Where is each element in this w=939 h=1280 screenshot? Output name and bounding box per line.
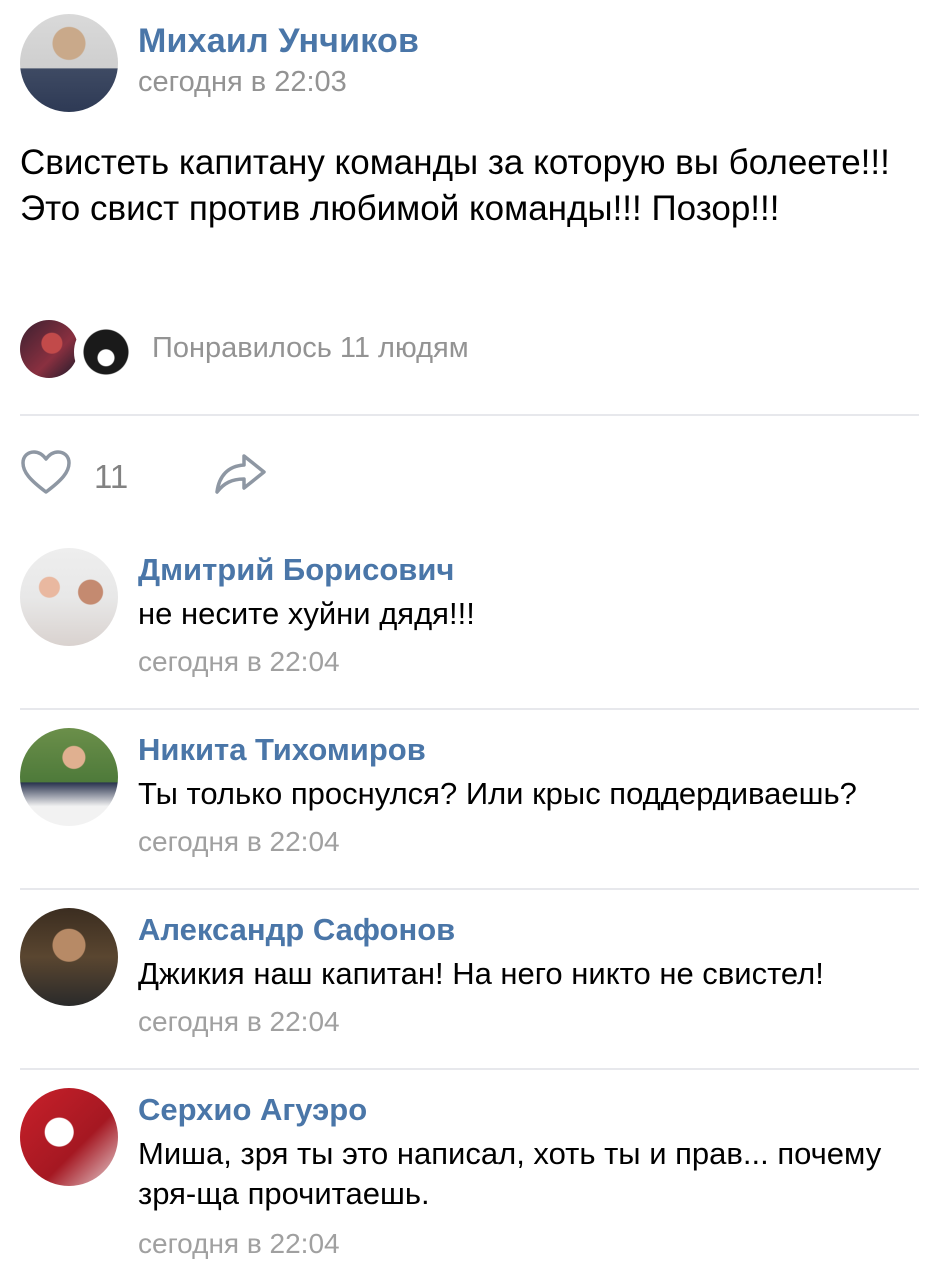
author-avatar[interactable] — [20, 14, 118, 112]
comment-time: сегодня в 22:04 — [138, 826, 340, 857]
divider — [20, 888, 919, 890]
commenter-name[interactable]: Серхио Агуэро — [138, 1092, 367, 1128]
comment: Серхио Агуэро Миша, зря ты это написал, … — [20, 1088, 920, 1278]
share-button[interactable] — [214, 452, 268, 498]
post-time[interactable]: сегодня в 22:03 — [138, 66, 347, 99]
divider — [20, 1068, 919, 1070]
post-header: Михаил Унчиков сегодня в 22:03 — [20, 14, 920, 112]
commenter-avatar[interactable] — [20, 1088, 118, 1186]
likes-summary-text: Понравилось 11 людям — [152, 332, 469, 364]
commenter-avatar[interactable] — [20, 548, 118, 646]
comment: Дмитрий Борисович не несите хуйни дядя!!… — [20, 548, 920, 698]
likes-summary[interactable]: Понравилось 11 людям — [20, 318, 920, 384]
commenter-avatar[interactable] — [20, 908, 118, 1006]
comment-text: не несите хуйни дядя!!! — [138, 596, 475, 631]
commenter-avatar[interactable] — [20, 728, 118, 826]
comment-time: сегодня в 22:04 — [138, 1228, 340, 1259]
comment: Александр Сафонов Джикия наш капитан! На… — [20, 908, 920, 1058]
comment: Никита Тихомиров Ты только проснулся? Ил… — [20, 728, 920, 878]
share-arrow-icon — [215, 454, 266, 494]
commenter-name[interactable]: Никита Тихомиров — [138, 732, 426, 768]
comment-text: Джикия наш капитан! На него никто не сви… — [138, 956, 824, 991]
post-actions: 11 — [20, 446, 920, 502]
author-name[interactable]: Михаил Унчиков — [138, 22, 419, 61]
comment-time: сегодня в 22:04 — [138, 646, 340, 677]
commenter-name[interactable]: Александр Сафонов — [138, 912, 455, 948]
heart-icon — [21, 450, 71, 494]
liker-avatar — [20, 320, 78, 378]
comment-text: Миша, зря ты это написал, хоть ты и прав… — [138, 1136, 882, 1211]
divider — [20, 708, 919, 710]
commenter-name[interactable]: Дмитрий Борисович — [138, 552, 454, 588]
like-button[interactable]: 11 — [20, 450, 150, 502]
liker-avatar — [74, 320, 138, 384]
comment-time: сегодня в 22:04 — [138, 1006, 340, 1037]
post-text: Свистеть капитану команды за которую вы … — [20, 143, 890, 228]
like-count: 11 — [94, 458, 129, 495]
divider — [20, 414, 919, 416]
comment-text: Ты только проснулся? Или крыс поддердива… — [138, 776, 857, 811]
